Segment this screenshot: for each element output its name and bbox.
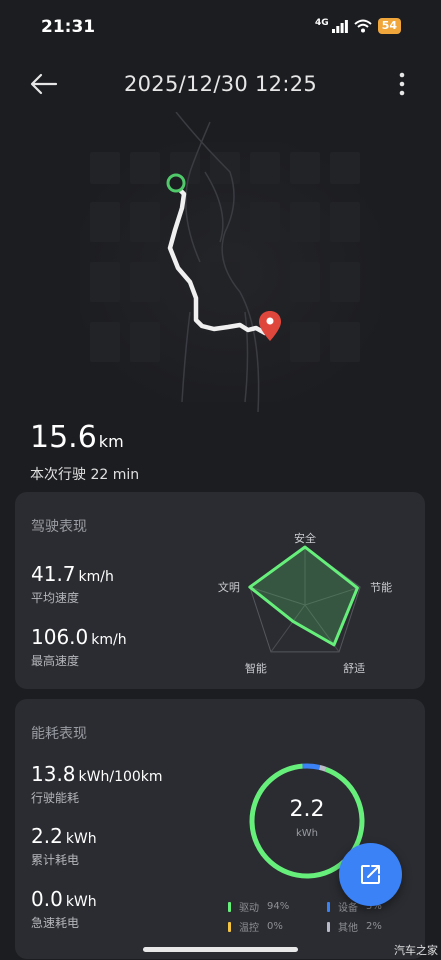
radar-axis-label: 文明 xyxy=(218,580,240,594)
wifi-icon xyxy=(354,19,372,33)
radar-axis-label: 安全 xyxy=(294,531,316,545)
legend-item: 驱动 94% xyxy=(228,899,289,914)
total-energy-metric: 2.2 kWh 累计耗电 xyxy=(31,824,97,867)
legend-swatch xyxy=(327,921,330,932)
legend-item: 温控 0% xyxy=(228,919,283,934)
status-icons: 4G 54 xyxy=(315,18,401,34)
status-bar: 21:31 4G 54 xyxy=(0,0,441,56)
page-title: 2025/12/30 12:25 xyxy=(123,72,318,96)
ring-value: 2.2 xyxy=(289,797,325,822)
home-indicator[interactable] xyxy=(143,947,298,952)
app-header: 2025/12/30 12:25 xyxy=(0,56,441,112)
legend-swatch xyxy=(228,901,231,912)
more-vertical-icon xyxy=(399,72,405,96)
network-type: 4G xyxy=(315,18,329,28)
ring-unit: kWh xyxy=(295,828,319,839)
trip-distance: 15.6 km xyxy=(30,420,124,455)
driving-radar-chart: 安全节能舒适 智能 文明 xyxy=(218,531,392,675)
status-time: 21:31 xyxy=(41,17,96,37)
legend-item: 其他 2% xyxy=(327,919,382,934)
energy-performance-card: 能耗表现 13.8 kWh/100km 行驶能耗 2.2 kWh 累计耗电 0.0 k… xyxy=(15,699,425,959)
share-button[interactable] xyxy=(339,843,402,906)
battery-indicator: 54 xyxy=(377,18,401,34)
more-options-button[interactable] xyxy=(397,71,407,97)
legend-swatch xyxy=(327,901,330,912)
card-title: 能耗表现 xyxy=(31,726,87,742)
driving-performance-card: 驾驶表现 41.7 km/h 平均速度 106.0 km/h 最高速度 安全节能舒适… xyxy=(15,492,425,689)
trip-route-map[interactable] xyxy=(0,111,441,413)
watermark: 汽车之家 xyxy=(394,944,438,957)
share-export-icon xyxy=(361,865,380,884)
card-title: 驾驶表现 xyxy=(31,519,87,535)
consumption-metric: 13.8 kWh/100km 行驶能耗 xyxy=(31,762,163,805)
radar-axis-label: 节能 xyxy=(370,580,392,594)
max-speed-metric: 106.0 km/h 最高速度 xyxy=(31,625,127,668)
trip-summary: 15.6 km 本次行驶 22 min xyxy=(30,420,139,484)
sudden-energy-metric: 0.0 kWh 急速耗电 xyxy=(31,887,97,930)
radar-axis-label: 舒适 xyxy=(343,661,365,675)
signal-icon xyxy=(331,19,348,33)
radar-score-area xyxy=(248,545,359,647)
trip-duration: 本次行驶 22 min xyxy=(30,467,140,483)
start-marker-icon xyxy=(166,173,186,193)
avg-speed-metric: 41.7 km/h 平均速度 xyxy=(31,562,114,605)
legend-swatch xyxy=(228,921,231,932)
radar-axis-label: 智能 xyxy=(245,661,267,675)
